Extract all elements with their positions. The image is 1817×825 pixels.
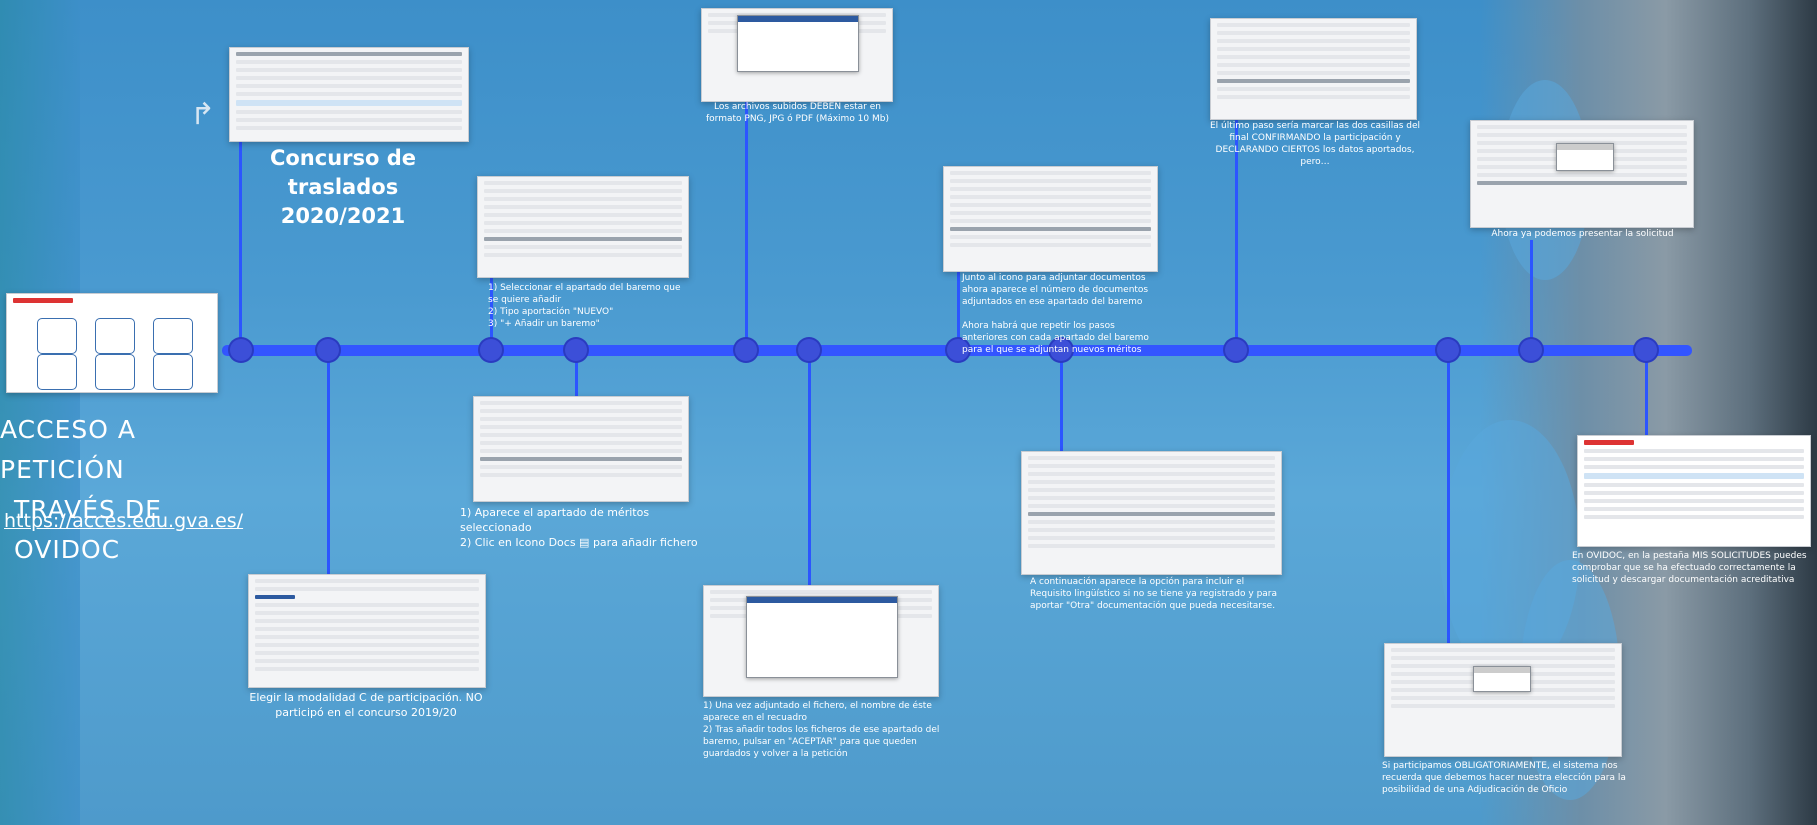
concurso-list-screenshot[interactable] bbox=[229, 47, 469, 142]
stem bbox=[1060, 350, 1063, 455]
timeline-node[interactable] bbox=[317, 339, 339, 361]
acces-link[interactable]: https://acces.edu.gva.es/ bbox=[4, 510, 243, 532]
timeline-node[interactable] bbox=[1520, 339, 1542, 361]
stem bbox=[808, 350, 811, 585]
present-request-screenshot[interactable] bbox=[1470, 120, 1694, 228]
caption-next-to-icon: Junto al icono para adjuntar documentos … bbox=[962, 273, 1149, 355]
caption-mandatory: Si participamos OBLIGATORIAMENTE, el sis… bbox=[1382, 761, 1626, 795]
timeline-node[interactable] bbox=[1225, 339, 1247, 361]
timeline-node[interactable] bbox=[1437, 339, 1459, 361]
caption-linguistic: A continuación aparece la opción para in… bbox=[1030, 577, 1278, 611]
access-line1: ACCESO A PETICIÓN bbox=[0, 415, 136, 484]
timeline-node[interactable] bbox=[230, 339, 252, 361]
caption-select-section: 1) Seleccionar el apartado del baremo qu… bbox=[488, 283, 681, 329]
stem bbox=[1447, 350, 1450, 645]
ovidoc-home-screenshot[interactable] bbox=[6, 293, 218, 393]
caption-choose-mode: Elegir la modalidad C de participación. … bbox=[249, 691, 483, 719]
tile-icon bbox=[37, 318, 77, 354]
participation-mode-screenshot[interactable] bbox=[248, 574, 486, 688]
tile-icon bbox=[153, 318, 193, 354]
caption-once-attached: 1) Una vez adjuntado el fichero, el nomb… bbox=[703, 701, 940, 759]
stem bbox=[239, 140, 242, 350]
tile-icon bbox=[95, 354, 135, 390]
caption-my-requests: En OVIDOC, en la pestaña MIS SOLICITUDES… bbox=[1572, 551, 1807, 585]
access-title: ACCESO A PETICIÓN TRAVÉS DE OVIDOC bbox=[0, 410, 250, 570]
linguistic-requirement-screenshot[interactable] bbox=[1021, 451, 1282, 575]
upload-dialog-screenshot[interactable] bbox=[701, 8, 893, 102]
stem bbox=[745, 100, 748, 350]
stem bbox=[1645, 350, 1648, 440]
concurso-title: Concurso de traslados 2020/2021 bbox=[269, 146, 417, 228]
attached-file-screenshot[interactable] bbox=[703, 585, 939, 697]
merits-section-screenshot[interactable] bbox=[473, 396, 689, 502]
stem bbox=[1530, 240, 1533, 350]
caption-merits-appear: 1) Aparece el apartado de méritos selecc… bbox=[460, 506, 698, 549]
tile-icon bbox=[95, 318, 135, 354]
caption-formats: Los archivos subidos DEBEN estar en form… bbox=[706, 102, 889, 124]
stem bbox=[327, 350, 330, 575]
redo-arrow-icon: ↱ bbox=[190, 97, 216, 132]
timeline-node[interactable] bbox=[565, 339, 587, 361]
tile-icon bbox=[37, 354, 77, 390]
timeline-node[interactable] bbox=[735, 339, 757, 361]
mandatory-reminder-screenshot[interactable] bbox=[1384, 643, 1622, 757]
timeline-node[interactable] bbox=[1635, 339, 1657, 361]
timeline-node[interactable] bbox=[480, 339, 502, 361]
caption-last-step: El último paso sería marcar las dos casi… bbox=[1209, 121, 1421, 167]
my-requests-screenshot[interactable] bbox=[1577, 435, 1811, 547]
caption-present: Ahora ya podemos presentar la solicitud bbox=[1491, 229, 1674, 239]
confirm-checkboxes-screenshot[interactable] bbox=[1210, 18, 1417, 120]
tile-icon bbox=[153, 354, 193, 390]
select-section-screenshot[interactable] bbox=[477, 176, 689, 278]
docs-count-screenshot[interactable] bbox=[943, 166, 1158, 272]
timeline-node[interactable] bbox=[798, 339, 820, 361]
